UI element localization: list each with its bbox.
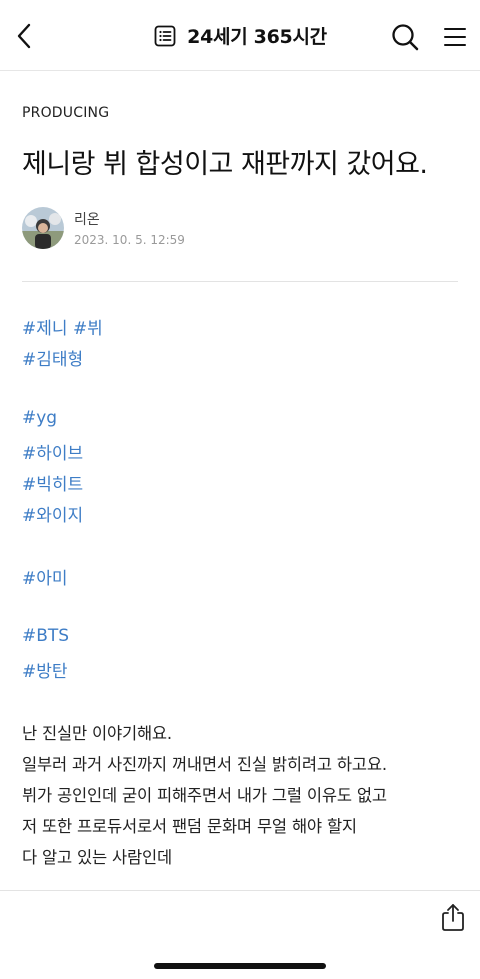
tag-link[interactable]: #방탄 xyxy=(22,657,68,682)
post-date: 2023. 10. 5. 12:59 xyxy=(74,233,185,247)
body-paragraph: 저 또한 프로듀서로서 팬덤 문화며 무얼 해야 할지 xyxy=(22,817,357,836)
header-divider xyxy=(22,281,458,282)
tag-link[interactable]: #빅히트 xyxy=(22,470,83,495)
tag-link[interactable]: #김태형 xyxy=(22,345,83,370)
author-avatar[interactable] xyxy=(22,207,64,249)
share-icon xyxy=(442,904,464,931)
tag-link[interactable]: #아미 xyxy=(22,564,68,589)
top-nav-bar: 24세기 365시간 xyxy=(0,0,480,71)
share-button[interactable] xyxy=(440,902,466,932)
blog-title: 24세기 365시간 xyxy=(187,26,327,48)
post-title: 제니랑 뷔 합성이고 재판까지 갔어요. xyxy=(22,149,428,180)
tag-line-1: #제니 #뷔 xyxy=(22,314,103,339)
body-paragraph: 뷔가 공인인데 굳이 피해주면서 내가 그럴 이유도 없고 xyxy=(22,786,387,805)
body-paragraph: 일부러 과거 사진까지 꺼내면서 진실 밝히려고 하고요. xyxy=(22,755,387,774)
search-button[interactable] xyxy=(388,20,422,54)
hamburger-menu-icon xyxy=(444,28,466,46)
search-icon xyxy=(392,24,419,51)
blog-title-button[interactable]: 24세기 365시간 xyxy=(153,22,327,49)
tag-link[interactable]: #하이브 xyxy=(22,439,83,464)
post-category[interactable]: PRODUCING xyxy=(22,105,109,121)
tag-link[interactable]: #와이지 xyxy=(22,501,83,526)
author-name[interactable]: 리온 xyxy=(74,209,100,229)
tag-link[interactable]: #제니 xyxy=(22,319,68,339)
body-paragraph: 다 알고 있는 사람인데 xyxy=(22,848,172,867)
tag-link[interactable]: #뷔 xyxy=(73,319,103,339)
tag-link[interactable]: #yg xyxy=(22,408,57,428)
list-icon xyxy=(154,25,176,46)
tag-link[interactable]: #BTS xyxy=(22,626,69,646)
footer-divider xyxy=(0,890,480,891)
menu-button[interactable] xyxy=(440,22,470,52)
avatar-image xyxy=(22,207,64,249)
home-indicator[interactable] xyxy=(154,963,326,969)
body-paragraph: 난 진실만 이야기해요. xyxy=(22,724,172,743)
